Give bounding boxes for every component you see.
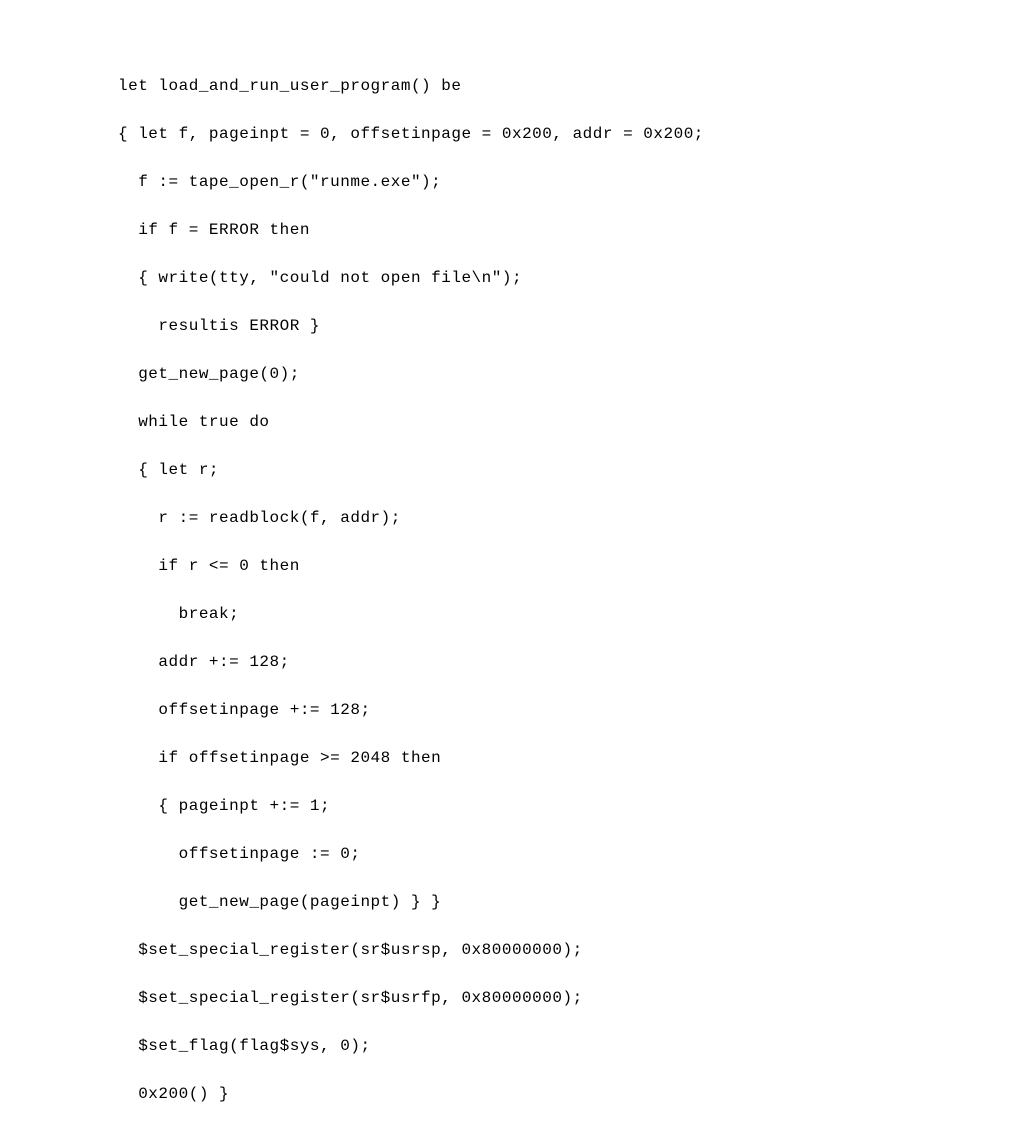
code-line: let load_and_run_user_program() be (118, 74, 1024, 98)
code-line: { let r; (118, 458, 1024, 482)
code-line: if r <= 0 then (118, 554, 1024, 578)
code-line: addr +:= 128; (118, 650, 1024, 674)
code-line: { pageinpt +:= 1; (118, 794, 1024, 818)
code-line: get_new_page(0); (118, 362, 1024, 386)
code-line: f := tape_open_r("runme.exe"); (118, 170, 1024, 194)
code-block: let load_and_run_user_program() be { let… (0, 0, 1024, 1130)
code-line: offsetinpage := 0; (118, 842, 1024, 866)
code-line: r := readblock(f, addr); (118, 506, 1024, 530)
code-line: while true do (118, 410, 1024, 434)
code-line: { let f, pageinpt = 0, offsetinpage = 0x… (118, 122, 1024, 146)
code-line: $set_flag(flag$sys, 0); (118, 1034, 1024, 1058)
code-line: break; (118, 602, 1024, 626)
code-line: 0x200() } (118, 1082, 1024, 1106)
code-line: resultis ERROR } (118, 314, 1024, 338)
code-line: { write(tty, "could not open file\n"); (118, 266, 1024, 290)
code-line: $set_special_register(sr$usrsp, 0x800000… (118, 938, 1024, 962)
code-line: $set_special_register(sr$usrfp, 0x800000… (118, 986, 1024, 1010)
code-line: if f = ERROR then (118, 218, 1024, 242)
code-line: get_new_page(pageinpt) } } (118, 890, 1024, 914)
code-line: offsetinpage +:= 128; (118, 698, 1024, 722)
code-line: if offsetinpage >= 2048 then (118, 746, 1024, 770)
